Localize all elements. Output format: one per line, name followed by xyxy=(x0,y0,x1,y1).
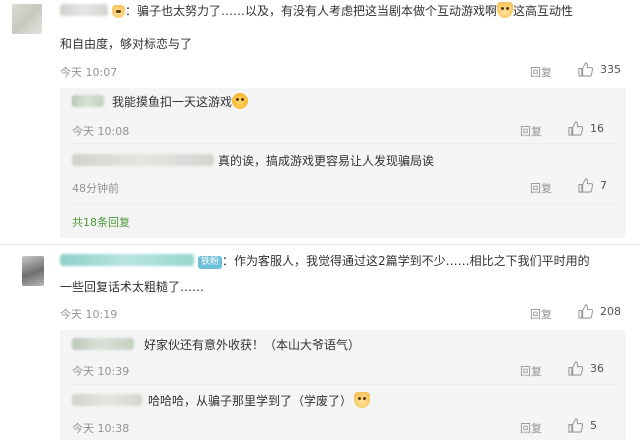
reply-username[interactable] xyxy=(72,154,214,166)
comment-text: ：骗子也太努力了……以及，有没有人考虑把这当剧本做个互动游戏啊 这高互动性 xyxy=(60,0,573,22)
like-count: 36 xyxy=(590,362,604,375)
reply-text: 哈哈哈，从骗子那里学到了（学废了） xyxy=(72,390,371,412)
thumbs-up-icon xyxy=(568,418,583,433)
like-count: 16 xyxy=(590,122,604,135)
reply-username[interactable] xyxy=(72,394,142,406)
username[interactable] xyxy=(60,254,194,266)
comment-text: 铁粉 ：作为客服人，我觉得通过这2篇学到不少……相比之下我们平时用的 xyxy=(60,250,590,272)
thumbs-up-icon xyxy=(568,121,583,136)
username[interactable] xyxy=(60,4,108,16)
like-button[interactable]: 335 xyxy=(578,62,621,77)
thumbs-up-icon xyxy=(578,178,593,193)
reply-text: 我能摸鱼扣一天这游戏 xyxy=(72,91,249,113)
divider xyxy=(72,143,618,144)
comment-separator xyxy=(0,244,640,245)
comment-text-line2: 一些回复话术太粗糙了…… xyxy=(60,280,205,294)
reply-text: 真的诶，搞成游戏更容易让人发现骗局诶 xyxy=(72,150,434,172)
reply-time: 今天 10:38 xyxy=(72,422,130,435)
more-replies-link[interactable]: 共18条回复 xyxy=(72,214,130,230)
reply-username[interactable] xyxy=(72,95,104,107)
cat-emoji-icon xyxy=(354,392,371,408)
reply-time: 48分钟前 xyxy=(72,182,119,195)
comment-time: 今天 10:07 xyxy=(60,66,118,79)
avatar[interactable] xyxy=(12,4,42,34)
like-button[interactable]: 16 xyxy=(568,121,604,136)
reply-button[interactable]: 回复 xyxy=(520,420,542,436)
reply-time: 今天 10:39 xyxy=(72,365,130,378)
divider xyxy=(72,384,618,385)
divider xyxy=(72,204,618,205)
reply-button[interactable]: 回复 xyxy=(530,180,552,196)
like-count: 208 xyxy=(600,305,621,318)
like-button[interactable]: 208 xyxy=(578,304,621,319)
reply-button[interactable]: 回复 xyxy=(520,363,542,379)
like-count: 335 xyxy=(600,63,621,76)
laugh-emoji-icon xyxy=(232,93,249,109)
reply-button[interactable]: 回复 xyxy=(530,306,552,322)
like-button[interactable]: 5 xyxy=(568,418,597,433)
emoji-icon xyxy=(112,5,125,18)
like-button[interactable]: 36 xyxy=(568,361,604,376)
reply-button[interactable]: 回复 xyxy=(530,64,552,80)
thumbs-up-icon xyxy=(578,304,593,319)
comment-text-line2: 和自由度，够对标恋与了 xyxy=(60,37,193,51)
cat-emoji-icon xyxy=(497,2,514,18)
thumbs-up-icon xyxy=(578,62,593,77)
like-button[interactable]: 7 xyxy=(578,178,607,193)
avatar[interactable] xyxy=(22,256,44,286)
reply-username[interactable] xyxy=(72,338,134,350)
fan-badge: 铁粉 xyxy=(198,256,223,269)
reply-text: 好家伙还有意外收获！（本山大爷语气） xyxy=(72,334,360,356)
thumbs-up-icon xyxy=(568,361,583,376)
comment-time: 今天 10:19 xyxy=(60,308,118,321)
reply-button[interactable]: 回复 xyxy=(520,123,542,139)
like-count: 7 xyxy=(600,179,607,192)
reply-time: 今天 10:08 xyxy=(72,125,130,138)
like-count: 5 xyxy=(590,419,597,432)
